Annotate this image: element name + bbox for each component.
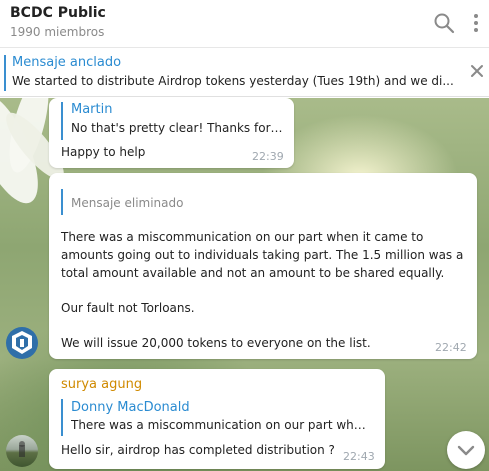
more-vertical-icon[interactable] (469, 12, 483, 34)
reply-bar (61, 399, 63, 436)
pinned-text: We started to distribute Airdrop tokens … (12, 74, 454, 88)
pinned-accent-bar (4, 55, 6, 91)
chat-header: BCDC Public 1990 miembros (0, 0, 489, 48)
sender-name[interactable]: surya agung (61, 377, 142, 392)
chat-title[interactable]: BCDC Public (10, 5, 106, 21)
chat-area[interactable]: Martin No that's pretty clear! Thanks fo… (0, 98, 489, 471)
reply-preview: No that's pretty clear! Thanks for ... (71, 121, 283, 135)
message-paragraph: We will issue 20,000 tokens to everyone … (61, 336, 371, 350)
pinned-message[interactable]: Mensaje anclado We started to distribute… (0, 49, 489, 97)
user-photo-avatar[interactable] (6, 435, 38, 467)
message-text: Happy to help (61, 145, 146, 159)
reply-preview: There was a miscommunication on our part… (71, 418, 371, 432)
pinned-title: Mensaje anclado (12, 55, 122, 70)
reply-bar (61, 102, 63, 140)
reply-author[interactable]: Martin (71, 102, 112, 117)
message-time: 22:43 (343, 450, 375, 463)
chevron-down-icon (457, 445, 475, 456)
message-paragraph: Our fault not Torloans. (61, 301, 195, 315)
message-time: 22:39 (252, 150, 284, 163)
search-icon[interactable] (433, 12, 455, 34)
message-paragraph: There was a miscommunication on our part… (61, 230, 464, 280)
scroll-down-button[interactable] (447, 431, 485, 469)
close-icon[interactable] (470, 64, 484, 78)
shield-logo-icon[interactable] (6, 327, 38, 359)
message-bubble[interactable]: surya agung Donny MacDonald There was a … (49, 369, 385, 469)
reply-bar (61, 189, 63, 215)
message-bubble[interactable]: Martin No that's pretty clear! Thanks fo… (49, 98, 294, 168)
reply-author[interactable]: Donny MacDonald (71, 400, 190, 415)
message-bubble[interactable]: Mensaje eliminado There was a miscommuni… (49, 173, 477, 359)
member-count: 1990 miembros (10, 25, 105, 39)
message-text: Hello sir, airdrop has completed distrib… (61, 443, 335, 457)
message-time: 22:42 (435, 341, 467, 354)
deleted-message-label: Mensaje eliminado (71, 196, 184, 210)
